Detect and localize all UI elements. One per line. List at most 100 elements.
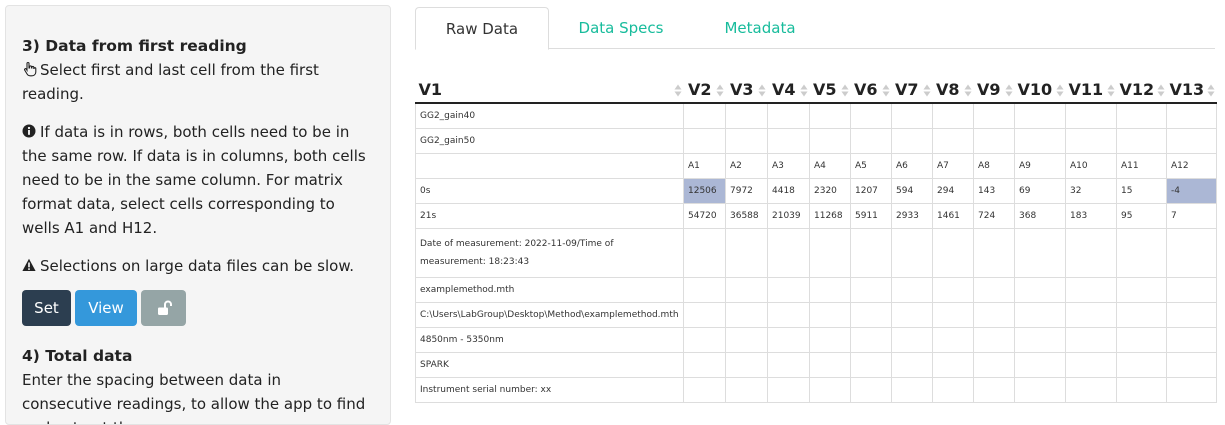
table-cell[interactable]: A6 — [891, 152, 933, 179]
table-cell[interactable]: 7972 — [725, 177, 768, 204]
table-cell[interactable] — [1166, 227, 1217, 278]
column-header-v5[interactable]: V5 — [809, 77, 851, 104]
table-cell[interactable] — [1014, 276, 1066, 303]
table-cell[interactable] — [725, 376, 768, 403]
sort-icon[interactable] — [1107, 84, 1115, 97]
table-cell[interactable] — [1065, 326, 1117, 353]
table-cell[interactable] — [725, 127, 768, 154]
table-cell[interactable] — [809, 376, 851, 403]
table-cell[interactable] — [973, 301, 1015, 328]
table-cell[interactable] — [973, 351, 1015, 378]
table-cell[interactable] — [683, 326, 726, 353]
sort-icon[interactable] — [1056, 84, 1064, 97]
table-cell[interactable] — [1065, 276, 1117, 303]
table-cell[interactable] — [725, 326, 768, 353]
table-cell[interactable] — [767, 127, 810, 154]
column-header-v7[interactable]: V7 — [891, 77, 933, 104]
table-cell[interactable]: A4 — [809, 152, 851, 179]
table-cell[interactable] — [1166, 376, 1217, 403]
table-cell[interactable] — [891, 376, 933, 403]
table-cell[interactable]: 21039 — [767, 202, 810, 229]
table-cell[interactable] — [767, 301, 810, 328]
table-cell[interactable]: 4850nm - 5350nm — [415, 326, 684, 353]
tab-raw-data[interactable]: Raw Data — [415, 7, 549, 50]
table-cell[interactable] — [932, 127, 974, 154]
table-cell[interactable] — [1116, 127, 1167, 154]
table-cell[interactable]: A1 — [683, 152, 726, 179]
table-cell[interactable]: 95 — [1116, 202, 1167, 229]
tab-data-specs[interactable]: Data Specs — [563, 7, 679, 49]
table-cell[interactable] — [683, 301, 726, 328]
table-cell[interactable] — [809, 301, 851, 328]
table-cell[interactable] — [1166, 276, 1217, 303]
table-cell[interactable] — [683, 351, 726, 378]
table-cell[interactable] — [809, 351, 851, 378]
table-cell[interactable] — [1116, 276, 1167, 303]
table-cell[interactable]: A3 — [767, 152, 810, 179]
sort-icon[interactable] — [1157, 84, 1165, 97]
table-cell[interactable] — [683, 376, 726, 403]
table-cell[interactable] — [1065, 102, 1117, 129]
table-cell[interactable] — [973, 127, 1015, 154]
table-cell[interactable]: 724 — [973, 202, 1015, 229]
table-cell[interactable] — [932, 276, 974, 303]
table-cell[interactable] — [850, 376, 892, 403]
table-cell[interactable] — [850, 326, 892, 353]
table-cell[interactable] — [767, 351, 810, 378]
table-cell[interactable] — [683, 127, 726, 154]
table-cell[interactable]: 143 — [973, 177, 1015, 204]
column-header-v11[interactable]: V11 — [1065, 77, 1117, 104]
table-cell[interactable] — [1166, 127, 1217, 154]
table-cell[interactable] — [891, 276, 933, 303]
table-cell[interactable] — [1014, 102, 1066, 129]
table-cell[interactable] — [891, 102, 933, 129]
table-cell[interactable]: C:\Users\LabGroup\Desktop\Method\example… — [415, 301, 684, 328]
table-cell[interactable]: 2320 — [809, 177, 851, 204]
table-cell[interactable] — [683, 102, 726, 129]
table-cell[interactable] — [850, 102, 892, 129]
table-cell[interactable] — [767, 227, 810, 278]
table-cell[interactable] — [725, 102, 768, 129]
table-cell[interactable] — [725, 351, 768, 378]
table-cell[interactable]: 69 — [1014, 177, 1066, 204]
table-cell[interactable] — [1065, 127, 1117, 154]
table-cell[interactable] — [767, 102, 810, 129]
set-button[interactable]: Set — [22, 290, 71, 326]
table-cell[interactable]: 15 — [1116, 177, 1167, 204]
table-cell[interactable]: A7 — [932, 152, 974, 179]
table-cell[interactable] — [1166, 102, 1217, 129]
table-cell[interactable] — [1116, 326, 1167, 353]
table-cell[interactable]: Instrument serial number: xx — [415, 376, 684, 403]
column-header-v2[interactable]: V2 — [683, 77, 726, 104]
table-cell[interactable] — [1116, 301, 1167, 328]
table-cell[interactable] — [932, 227, 974, 278]
table-cell[interactable]: A5 — [850, 152, 892, 179]
table-cell[interactable] — [767, 376, 810, 403]
table-cell[interactable] — [809, 102, 851, 129]
table-cell[interactable]: 12506 — [683, 177, 726, 204]
sort-icon[interactable] — [1207, 84, 1215, 97]
table-cell[interactable] — [809, 127, 851, 154]
table-cell[interactable]: 368 — [1014, 202, 1066, 229]
table-cell[interactable] — [932, 376, 974, 403]
column-header-v13[interactable]: V13 — [1166, 77, 1217, 104]
table-cell[interactable] — [973, 376, 1015, 403]
table-cell[interactable] — [809, 276, 851, 303]
table-cell[interactable] — [1166, 301, 1217, 328]
table-cell[interactable] — [1166, 326, 1217, 353]
table-cell[interactable] — [932, 301, 974, 328]
table-cell[interactable]: A8 — [973, 152, 1015, 179]
table-cell[interactable] — [1014, 227, 1066, 278]
table-cell[interactable] — [1065, 227, 1117, 278]
column-header-v10[interactable]: V10 — [1014, 77, 1066, 104]
table-cell[interactable] — [973, 276, 1015, 303]
table-cell[interactable]: 21s — [415, 202, 684, 229]
sort-icon[interactable] — [964, 84, 972, 97]
table-cell[interactable] — [973, 326, 1015, 353]
table-cell[interactable]: 7 — [1166, 202, 1217, 229]
table-cell[interactable]: 5911 — [850, 202, 892, 229]
column-header-v4[interactable]: V4 — [767, 77, 810, 104]
table-cell[interactable] — [850, 351, 892, 378]
table-cell[interactable]: GG2_gain50 — [415, 127, 684, 154]
sort-icon[interactable] — [882, 84, 890, 97]
